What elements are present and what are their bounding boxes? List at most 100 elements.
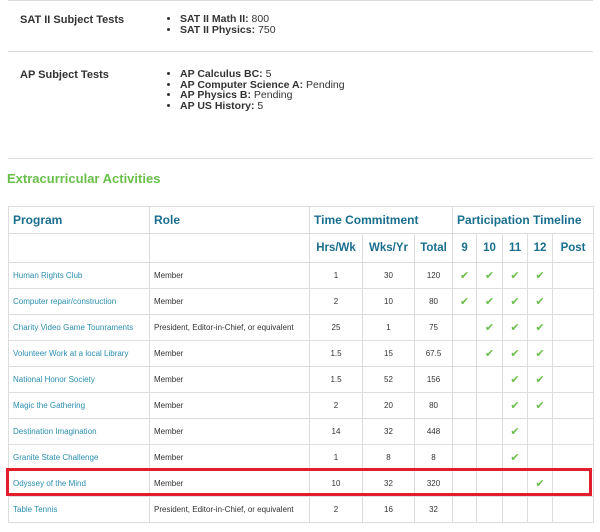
activities-table: Program Role Time Commitment Participati… xyxy=(8,206,595,523)
table-row: Computer repair/construction Member 2 10 80 ✔… xyxy=(8,288,595,315)
weeks-per-year-cell: 52 xyxy=(362,366,415,393)
table-row: Human Rights Club Member 1 30 120 ✔ ✔ ✔ ✔ xyxy=(8,262,595,289)
program-name[interactable]: Granite State Challenge xyxy=(8,444,150,471)
program-name[interactable]: Odyssey of the Mind xyxy=(8,470,150,497)
check-icon: ✔ xyxy=(459,270,470,282)
program-name[interactable]: Destination Imagination xyxy=(8,418,150,445)
ap-label: AP Subject Tests xyxy=(20,69,109,81)
check-icon: ✔ xyxy=(510,374,520,386)
grade-cell xyxy=(552,262,595,289)
grade-11-header: 11 xyxy=(502,233,529,263)
check-icon: ✔ xyxy=(510,270,520,282)
grade-cell: ✔ xyxy=(527,392,554,419)
check-icon: ✔ xyxy=(535,478,545,490)
check-icon: ✔ xyxy=(510,348,520,360)
grade-cell: ✔ xyxy=(527,262,554,289)
check-icon: ✔ xyxy=(484,270,495,282)
grade-cell xyxy=(527,418,554,445)
check-icon: ✔ xyxy=(510,426,520,438)
role-cell: President, Editor-in-Chief, or equivalen… xyxy=(149,314,310,341)
check-icon: ✔ xyxy=(535,296,545,308)
program-name[interactable]: National Honor Society xyxy=(8,366,150,393)
table-row: Destination Imagination Member 14 32 448 ✔ xyxy=(8,418,595,445)
role-cell: Member xyxy=(149,470,310,497)
grade-cell xyxy=(476,444,504,471)
grade-cell xyxy=(452,366,478,393)
table-row: Granite State Challenge Member 1 8 8 ✔ xyxy=(8,444,595,471)
weeks-per-year-cell: 20 xyxy=(362,392,415,419)
time-commitment-header: Time Commitment xyxy=(308,206,454,234)
check-icon: ✔ xyxy=(535,348,545,360)
role-cell: Member xyxy=(149,418,310,445)
divider xyxy=(8,158,593,159)
participation-timeline-header: Participation Timeline xyxy=(452,206,595,234)
grade-cell: ✔ xyxy=(502,340,529,367)
wks-yr-header: Wks/Yr xyxy=(362,233,415,263)
score-item: AP US History: 5 xyxy=(180,99,345,112)
role-cell: Member xyxy=(149,262,310,289)
score-item: SAT II Physics: 750 xyxy=(180,23,276,36)
grade-cell: ✔ xyxy=(452,262,478,289)
divider xyxy=(8,0,593,1)
score-value: 750 xyxy=(255,23,276,36)
hrs-wk-header: Hrs/Wk xyxy=(309,233,363,263)
check-icon: ✔ xyxy=(510,452,520,464)
check-icon: ✔ xyxy=(535,400,545,412)
grade-cell xyxy=(552,444,595,471)
role-cell: Member xyxy=(149,366,310,393)
grade-cell: ✔ xyxy=(502,444,529,471)
program-header: Program xyxy=(8,206,150,234)
hrs-per-week-cell: 25 xyxy=(309,314,363,341)
grade-cell xyxy=(552,418,595,445)
grade-post-header: Post xyxy=(552,233,595,263)
check-icon: ✔ xyxy=(535,374,545,386)
grade-cell: ✔ xyxy=(527,470,554,497)
table-row: Odyssey of the Mind Member 10 32 320 ✔ xyxy=(8,470,595,497)
grade-cell: ✔ xyxy=(476,340,504,367)
grade-cell: ✔ xyxy=(476,314,504,341)
hrs-per-week-cell: 1.5 xyxy=(309,366,363,393)
table-row: Volunteer Work at a local Library Member 1… xyxy=(8,340,595,367)
table-row: Table Tennis President, Editor-in-Chief, … xyxy=(8,496,595,523)
weeks-per-year-cell: 15 xyxy=(362,340,415,367)
weeks-per-year-cell: 16 xyxy=(362,496,415,523)
grade-cell: ✔ xyxy=(502,262,529,289)
grade-10-header: 10 xyxy=(476,233,504,263)
program-name[interactable]: Computer repair/construction xyxy=(8,288,150,315)
total-hours-cell: 156 xyxy=(413,366,454,393)
grade-cell xyxy=(527,444,554,471)
role-cell: Member xyxy=(149,392,310,419)
hrs-per-week-cell: 14 xyxy=(309,418,363,445)
score-name: AP US History: xyxy=(180,99,255,112)
program-name[interactable]: Magic the Gathering xyxy=(8,392,150,419)
role-subheader-empty xyxy=(149,233,310,263)
program-name[interactable]: Charity Video Game Tounraments xyxy=(8,314,150,341)
total-hours-cell: 75 xyxy=(413,314,454,341)
activity-rows: Human Rights Club Member 1 30 120 ✔ ✔ ✔ ✔ Compute… xyxy=(8,262,595,523)
hrs-per-week-cell: 2 xyxy=(309,392,363,419)
program-name[interactable]: Human Rights Club xyxy=(8,262,150,289)
grade-cell: ✔ xyxy=(502,288,529,315)
program-name[interactable]: Volunteer Work at a local Library xyxy=(8,340,150,367)
check-icon: ✔ xyxy=(510,400,520,412)
weeks-per-year-cell: 32 xyxy=(362,418,415,445)
table-subheader-row: Hrs/Wk Wks/Yr Total 9 10 11 12 Post xyxy=(8,233,595,263)
check-icon: ✔ xyxy=(484,296,495,308)
sat2-label: SAT II Subject Tests xyxy=(20,14,125,26)
grade-cell xyxy=(552,366,595,393)
divider xyxy=(8,51,593,52)
check-icon: ✔ xyxy=(459,296,470,308)
grade-cell xyxy=(476,392,504,419)
table-row: Magic the Gathering Member 2 20 80 ✔ ✔ xyxy=(8,392,595,419)
program-name[interactable]: Table Tennis xyxy=(8,496,150,523)
ap-score-list: AP Calculus BC: 5 AP Computer Science A:… xyxy=(168,69,345,111)
grade-cell: ✔ xyxy=(502,392,529,419)
grade-cell xyxy=(452,470,478,497)
hrs-per-week-cell: 2 xyxy=(309,496,363,523)
hrs-per-week-cell: 1.5 xyxy=(309,340,363,367)
weeks-per-year-cell: 32 xyxy=(362,470,415,497)
grade-cell: ✔ xyxy=(502,366,529,393)
grade-cell: ✔ xyxy=(452,288,478,315)
grade-cell: ✔ xyxy=(527,366,554,393)
total-hours-cell: 80 xyxy=(413,392,454,419)
